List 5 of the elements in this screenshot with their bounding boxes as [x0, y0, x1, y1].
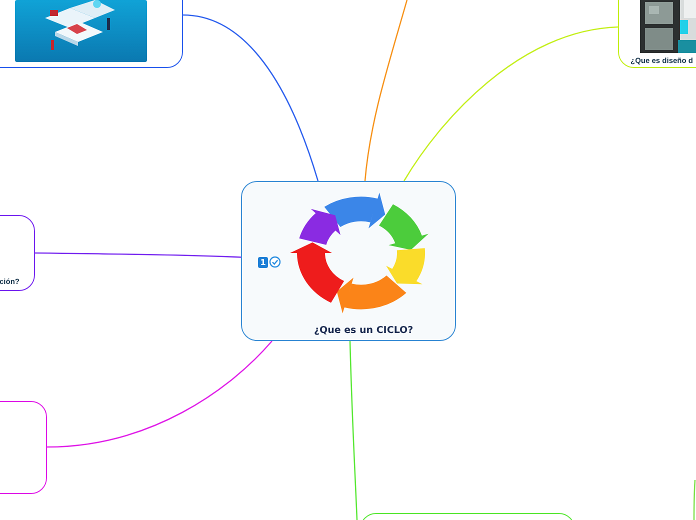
central-topic[interactable]: 1 ¿Que es un CICLO?	[241, 181, 456, 341]
priority-badge: 1	[258, 257, 268, 268]
topic-node[interactable]	[0, 401, 47, 494]
central-title: ¿Que es un CICLO?	[314, 325, 414, 336]
check-icon	[269, 256, 281, 268]
